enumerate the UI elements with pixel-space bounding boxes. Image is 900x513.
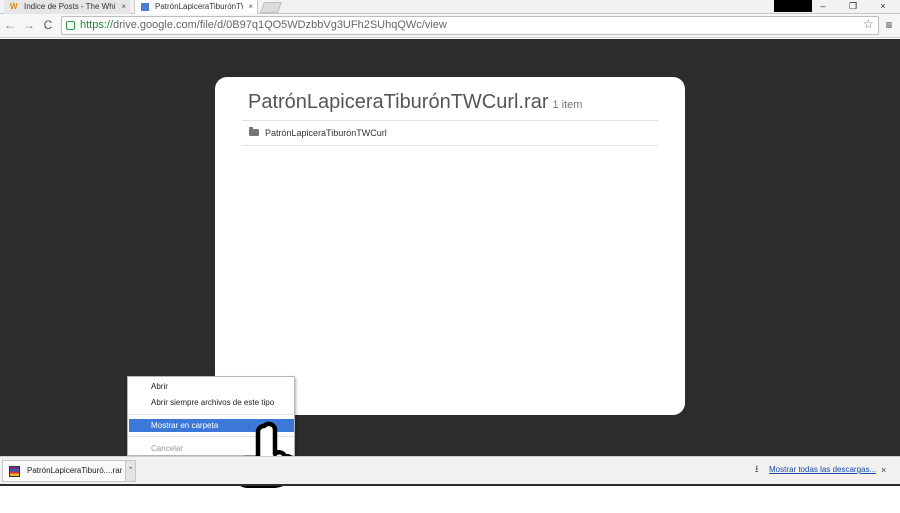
tab-drive-file[interactable]: PatrónLapiceraTiburónTW × bbox=[134, 0, 258, 14]
forward-arrow-icon[interactable]: → bbox=[22, 18, 36, 32]
download-icon: ⭳ bbox=[755, 464, 759, 475]
bottom-edge bbox=[0, 484, 900, 486]
profile-avatar[interactable] bbox=[774, 0, 812, 12]
tab-label: PatrónLapiceraTiburónTW bbox=[155, 2, 243, 11]
download-shelf: PatrónLapiceraTiburó....rar ⌃ ⭳ Mostrar … bbox=[0, 456, 900, 484]
restore-icon[interactable]: ❐ bbox=[842, 0, 864, 12]
divider bbox=[242, 120, 658, 121]
download-item[interactable]: PatrónLapiceraTiburó....rar bbox=[2, 460, 126, 482]
tab-close-icon[interactable]: × bbox=[121, 0, 126, 14]
tab-indice-de-posts[interactable]: W Indice de Posts - The Whi × bbox=[4, 0, 130, 14]
menu-separator bbox=[129, 414, 294, 415]
menu-item-abrir-siempre[interactable]: Abrir siempre archivos de este tipo bbox=[129, 396, 294, 409]
tab-label: Indice de Posts - The Whi bbox=[24, 2, 116, 11]
archive-entry-row[interactable]: PatrónLapiceraTiburónTWCurl bbox=[249, 126, 387, 140]
archive-card: PatrónLapiceraTiburónTWCurl.rar 1 item Pa… bbox=[215, 77, 685, 415]
download-file-name: PatrónLapiceraTiburó....rar bbox=[27, 466, 123, 475]
address-bar[interactable]: https://drive.google.com/file/d/0B97q1QO… bbox=[61, 16, 879, 35]
shelf-close-icon[interactable]: × bbox=[881, 463, 886, 477]
menu-item-abrir[interactable]: Abrir bbox=[129, 380, 294, 393]
archive-name: PatrónLapiceraTiburónTWCurl.rar bbox=[248, 91, 549, 113]
show-all-downloads-label: Mostrar todas las descargas... bbox=[769, 465, 877, 474]
show-all-downloads-link[interactable]: ⭳ Mostrar todas las descargas... bbox=[755, 463, 876, 477]
url-scheme: https:// bbox=[80, 19, 114, 31]
rar-file-icon bbox=[9, 466, 20, 477]
lock-icon bbox=[66, 21, 75, 30]
tab-close-icon[interactable]: × bbox=[248, 0, 253, 14]
tab-strip: W Indice de Posts - The Whi × PatrónLapi… bbox=[0, 0, 900, 14]
browser-menu-icon[interactable]: ≡ bbox=[882, 18, 896, 32]
minimize-icon[interactable]: – bbox=[812, 0, 834, 12]
window-close-icon[interactable]: × bbox=[872, 0, 894, 12]
download-menu-arrow-icon[interactable]: ⌃ bbox=[126, 460, 136, 482]
archive-title: PatrónLapiceraTiburónTWCurl.rar 1 item bbox=[248, 91, 582, 114]
new-tab-button[interactable] bbox=[259, 2, 283, 13]
back-arrow-icon[interactable]: ← bbox=[3, 18, 17, 32]
divider bbox=[242, 145, 658, 146]
archive-entry-name: PatrónLapiceraTiburónTWCurl bbox=[265, 128, 387, 138]
item-count: 1 item bbox=[552, 99, 583, 111]
bookmark-star-icon[interactable]: ☆ bbox=[863, 17, 874, 31]
browser-toolbar: ← → C https://drive.google.com/file/d/0B… bbox=[0, 14, 900, 38]
doc-favicon-icon bbox=[141, 3, 149, 11]
folder-icon bbox=[249, 127, 259, 136]
url-path: drive.google.com/file/d/0B97q1QO5WDzbbVg… bbox=[113, 19, 447, 31]
w-favicon-icon: W bbox=[10, 2, 18, 11]
reload-icon[interactable]: C bbox=[41, 18, 55, 32]
